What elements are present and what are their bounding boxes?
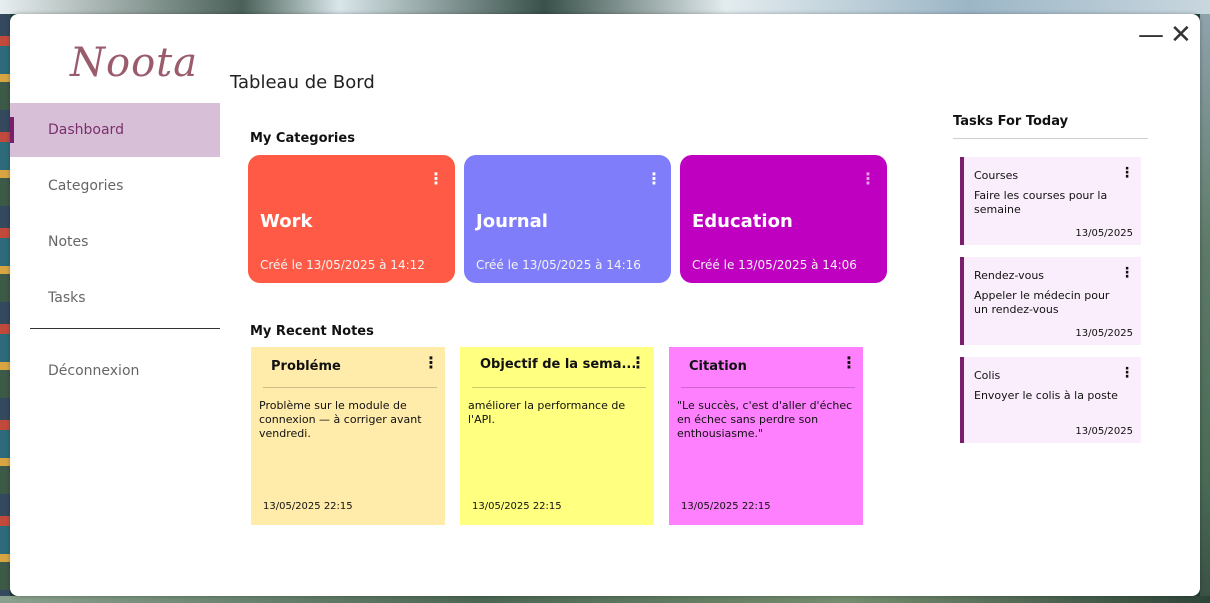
task-title: Courses xyxy=(974,169,1019,182)
note-title: Probléme xyxy=(271,359,341,374)
task-card[interactable]: Courses ⋮ Faire les courses pour la sema… xyxy=(960,157,1141,245)
category-card-work[interactable]: ⋮ Work Créé le 13/05/2025 à 14:12 xyxy=(248,155,455,283)
note-body: améliorer la performance de l'API. xyxy=(468,399,626,426)
task-title: Colis xyxy=(974,369,1001,382)
task-date: 13/05/2025 xyxy=(1075,328,1133,339)
close-icon[interactable]: ✕ xyxy=(1170,22,1192,48)
note-divider xyxy=(681,387,855,388)
note-date: 13/05/2025 22:15 xyxy=(263,501,353,512)
desktop-wallpaper-bottom xyxy=(0,596,1210,603)
kebab-menu-icon[interactable]: ⋮ xyxy=(1120,365,1134,381)
category-date: Créé le 13/05/2025 à 14:06 xyxy=(692,258,857,272)
category-name: Education xyxy=(692,211,793,232)
note-title: Objectif de la sema... xyxy=(480,357,637,372)
sidebar-item-dashboard[interactable]: Dashboard xyxy=(10,103,220,157)
sidebar-divider xyxy=(30,328,220,329)
tasks-section-title: Tasks For Today xyxy=(953,114,1069,129)
kebab-menu-icon[interactable]: ⋮ xyxy=(860,171,876,187)
category-name: Work xyxy=(260,211,313,232)
kebab-menu-icon[interactable]: ⋮ xyxy=(1120,165,1134,181)
sidebar-item-categories[interactable]: Categories xyxy=(10,159,220,213)
kebab-menu-icon[interactable]: ⋮ xyxy=(646,171,662,187)
minimize-icon[interactable]: — xyxy=(1138,22,1164,48)
note-body: Problème sur le module de connexion — à … xyxy=(259,399,422,440)
note-title: Citation xyxy=(689,359,747,374)
page-title: Tableau de Bord xyxy=(230,72,375,93)
kebab-menu-icon[interactable]: ⋮ xyxy=(423,355,439,371)
notes-section-title: My Recent Notes xyxy=(250,324,374,339)
sidebar-item-tasks[interactable]: Tasks xyxy=(10,271,220,325)
sidebar-item-label: Categories xyxy=(48,178,124,194)
note-date: 13/05/2025 22:15 xyxy=(472,501,562,512)
logout-label: Déconnexion xyxy=(48,363,140,379)
task-card[interactable]: Colis ⋮ Envoyer le colis à la poste 13/0… xyxy=(960,357,1141,443)
task-date: 13/05/2025 xyxy=(1075,426,1133,437)
kebab-menu-icon[interactable]: ⋮ xyxy=(1120,265,1134,281)
desktop-wallpaper-left xyxy=(0,14,10,596)
note-card[interactable]: Citation ⋮ "Le succès, c'est d'aller d'é… xyxy=(669,347,863,525)
note-date: 13/05/2025 22:15 xyxy=(681,501,771,512)
kebab-menu-icon[interactable]: ⋮ xyxy=(428,171,444,187)
task-description: Appeler le médecin pour un rendez-vous xyxy=(974,289,1110,316)
kebab-menu-icon[interactable]: ⋮ xyxy=(841,355,857,371)
logout-button[interactable]: Déconnexion xyxy=(10,344,220,398)
category-card-journal[interactable]: ⋮ Journal Créé le 13/05/2025 à 14:16 xyxy=(464,155,671,283)
category-date: Créé le 13/05/2025 à 14:12 xyxy=(260,258,425,272)
desktop-wallpaper-top xyxy=(0,0,1210,14)
note-card[interactable]: Objectif de la sema... ⋮ améliorer la pe… xyxy=(460,347,654,525)
desktop-wallpaper-right xyxy=(1200,14,1210,596)
note-card[interactable]: Probléme ⋮ Problème sur le module de con… xyxy=(251,347,445,525)
app-logo: Noota xyxy=(70,40,199,86)
tasks-divider xyxy=(953,138,1148,139)
category-name: Journal xyxy=(476,211,548,232)
sidebar-item-label: Tasks xyxy=(48,290,86,306)
sidebar-item-notes[interactable]: Notes xyxy=(10,215,220,269)
task-title: Rendez-vous xyxy=(974,269,1045,282)
category-card-education[interactable]: ⋮ Education Créé le 13/05/2025 à 14:06 xyxy=(680,155,887,283)
note-body: "Le succès, c'est d'aller d'échec en éch… xyxy=(677,399,853,440)
note-divider xyxy=(263,387,437,388)
task-date: 13/05/2025 xyxy=(1075,228,1133,239)
sidebar-item-label: Dashboard xyxy=(48,122,124,138)
sidebar: Noota Dashboard Categories Notes Tasks D… xyxy=(10,14,222,596)
task-description: Faire les courses pour la semaine xyxy=(974,189,1108,216)
category-date: Créé le 13/05/2025 à 14:16 xyxy=(476,258,641,272)
categories-section-title: My Categories xyxy=(250,131,355,146)
task-description: Envoyer le colis à la poste xyxy=(974,389,1118,402)
kebab-menu-icon[interactable]: ⋮ xyxy=(630,355,646,371)
task-card[interactable]: Rendez-vous ⋮ Appeler le médecin pour un… xyxy=(960,257,1141,345)
app-window: — ✕ Noota Dashboard Categories Notes Tas… xyxy=(10,14,1200,596)
note-divider xyxy=(472,387,646,388)
sidebar-item-label: Notes xyxy=(48,234,89,250)
